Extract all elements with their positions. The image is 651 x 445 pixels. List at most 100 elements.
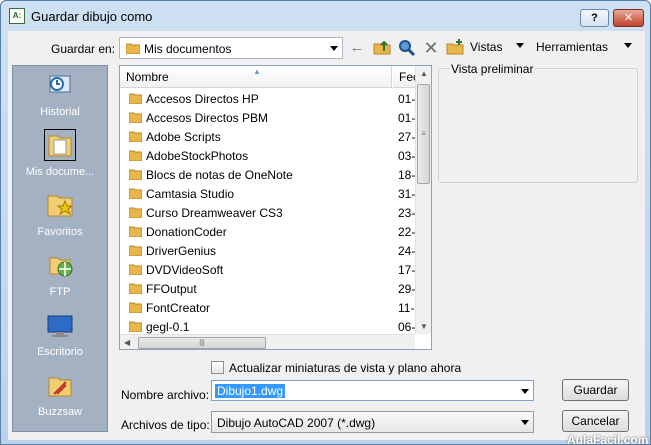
file-name-value: Dibujo1.dwg <box>215 384 286 398</box>
file-type-label: Archivos de tipo: <box>121 418 210 432</box>
file-row[interactable]: DriverGenius 24- <box>120 241 415 260</box>
folder-icon <box>129 169 142 180</box>
chevron-down-icon[interactable] <box>521 420 529 425</box>
scroll-thumb-horizontal[interactable]: ||| <box>138 337 266 349</box>
grip-icon: ≡ <box>421 130 426 138</box>
folder-icon <box>129 321 142 332</box>
back-icon[interactable]: ← <box>347 39 367 57</box>
tools-chevron-down-icon[interactable] <box>624 43 632 48</box>
close-button[interactable]: ✕ <box>613 9 644 27</box>
file-date: 06- <box>398 320 416 334</box>
scroll-down-icon[interactable]: ▼ <box>420 322 428 331</box>
scroll-thumb[interactable]: ≡ <box>417 84 430 184</box>
file-row[interactable]: Accesos Directos HP 01- <box>120 89 415 108</box>
file-date: 23- <box>398 206 416 220</box>
place-ftp[interactable]: FTP <box>13 250 107 308</box>
file-date: 22- <box>398 225 416 239</box>
save-button[interactable]: Guardar <box>562 379 629 401</box>
column-header-name[interactable]: Nombre ▲ <box>120 66 392 88</box>
file-row[interactable]: Blocs de notas de OneNote 18- <box>120 165 415 184</box>
place-favorites[interactable]: Favoritos <box>13 190 107 248</box>
folder-icon <box>129 245 142 256</box>
my-documents-icon <box>44 129 76 161</box>
file-name: Curso Dreamweaver CS3 <box>146 206 283 220</box>
file-name: FontCreator <box>146 301 211 315</box>
watermark: AulaFacil.com <box>567 433 649 445</box>
tools-label: Herramientas <box>536 40 609 54</box>
save-in-dropdown[interactable]: Mis documentos <box>119 37 343 59</box>
place-buzzsaw[interactable]: Buzzsaw <box>13 370 107 428</box>
folder-icon <box>129 131 142 142</box>
delete-icon[interactable]: ✕ <box>421 39 441 57</box>
file-row[interactable]: Curso Dreamweaver CS3 23- <box>120 203 415 222</box>
new-folder-icon[interactable] <box>445 39 465 57</box>
cancel-button[interactable]: Cancelar <box>562 410 629 432</box>
history-icon <box>49 75 71 93</box>
place-label: Favoritos <box>37 226 83 238</box>
save-in-value: Mis documentos <box>144 42 232 56</box>
search-web-icon[interactable] <box>397 39 417 57</box>
up-folder-icon[interactable] <box>372 39 392 57</box>
folder-icon <box>129 150 142 161</box>
file-row[interactable]: DonationCoder 22- <box>120 222 415 241</box>
file-name: Camtasia Studio <box>146 187 235 201</box>
save-dialog: A: Guardar dibujo como ? ✕ Guardar en: M… <box>0 0 651 445</box>
window-title: Guardar dibujo como <box>31 9 153 24</box>
file-row[interactable]: FontCreator 11- <box>120 298 415 317</box>
file-date: 29- <box>398 282 416 296</box>
chevron-down-icon[interactable] <box>521 389 529 394</box>
file-name: DriverGenius <box>146 244 217 258</box>
place-desktop[interactable]: Escritorio <box>13 310 107 368</box>
file-row[interactable]: Adobe Scripts 27- <box>120 127 415 146</box>
title-bar[interactable]: A: Guardar dibujo como ? ✕ <box>1 1 650 31</box>
file-name: DonationCoder <box>146 225 227 239</box>
folder-icon <box>129 188 142 199</box>
horizontal-scrollbar[interactable]: ◀ ||| <box>120 334 415 349</box>
place-label: Buzzsaw <box>37 406 83 418</box>
file-list[interactable]: Nombre ▲ Fec Accesos Directos HP 01- Acces… <box>119 65 432 350</box>
places-bar: Historial Mis docume... Favoritos FTP Es… <box>12 65 108 432</box>
buzzsaw-icon <box>48 377 72 397</box>
file-name: gegl-0.1 <box>146 320 190 334</box>
file-date: 11- <box>398 301 415 315</box>
file-row[interactable]: Camtasia Studio 31- <box>120 184 415 203</box>
place-history[interactable]: Historial <box>13 70 107 128</box>
file-name-input[interactable]: Dibujo1.dwg <box>211 380 534 401</box>
file-type-dropdown[interactable]: Dibujo AutoCAD 2007 (*.dwg) <box>211 411 534 433</box>
file-date: 17- <box>398 263 416 277</box>
file-row[interactable]: AdobeStockPhotos 03- <box>120 146 415 165</box>
chevron-down-icon[interactable] <box>330 46 338 51</box>
vertical-scrollbar[interactable]: ▲ ≡ ▼ <box>415 66 431 334</box>
scroll-up-icon[interactable]: ▲ <box>420 69 428 78</box>
ftp-icon <box>49 257 73 277</box>
help-button[interactable]: ? <box>580 9 609 27</box>
views-label: Vistas <box>470 40 503 54</box>
file-date: 31- <box>398 187 416 201</box>
file-row[interactable]: DVDVideoSoft 17- <box>120 260 415 279</box>
column-name-label: Nombre <box>126 70 169 84</box>
grip-icon: ||| <box>199 339 205 347</box>
folder-icon <box>129 302 142 313</box>
update-thumbnails-checkbox[interactable] <box>211 361 224 374</box>
file-row[interactable]: Accesos Directos PBM 01- <box>120 108 415 127</box>
views-chevron-down-icon[interactable] <box>516 43 524 48</box>
column-header-date[interactable]: Fec <box>393 66 419 88</box>
preview-box <box>438 68 638 183</box>
file-date: 01- <box>398 92 416 106</box>
sort-ascending-icon: ▲ <box>253 67 261 76</box>
file-name: Adobe Scripts <box>146 130 221 144</box>
place-my-documents[interactable]: Mis docume... <box>13 129 107 188</box>
file-name: AdobeStockPhotos <box>146 149 249 163</box>
folder-icon <box>126 43 140 54</box>
file-rows: Accesos Directos HP 01- Accesos Directos P… <box>120 89 415 336</box>
file-name: Accesos Directos HP <box>146 92 259 106</box>
scroll-left-icon[interactable]: ◀ <box>124 338 130 347</box>
autocad-app-icon: A: <box>9 8 25 24</box>
tools-menu[interactable]: Herramientas <box>536 40 608 54</box>
place-label: FTP <box>49 286 71 298</box>
views-menu[interactable]: Vistas <box>470 40 502 54</box>
file-date: 03- <box>398 149 416 163</box>
folder-icon <box>129 226 142 237</box>
desktop-icon <box>47 315 73 337</box>
file-row[interactable]: FFOutput 29- <box>120 279 415 298</box>
